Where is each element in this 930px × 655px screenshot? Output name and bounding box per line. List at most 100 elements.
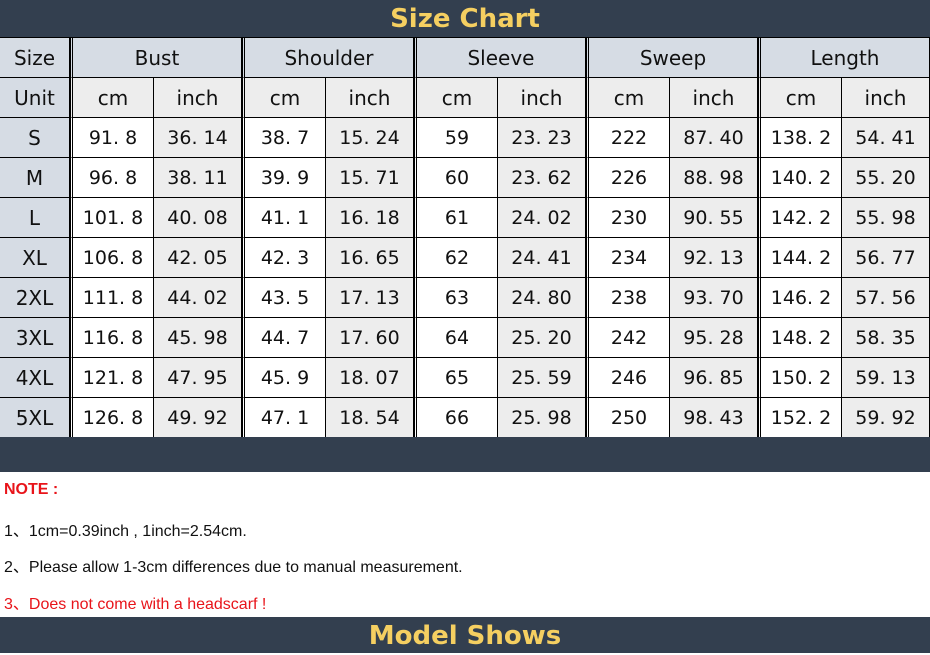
size-cell: S — [0, 118, 70, 158]
size-cell: 2XL — [0, 278, 70, 318]
cm-cell: 60 — [414, 158, 498, 198]
inch-cell: 96. 85 — [670, 358, 758, 398]
inch-cell: 57. 56 — [842, 278, 930, 318]
inch-cell: 49. 92 — [154, 398, 242, 438]
cm-cell: 126. 8 — [70, 398, 154, 438]
note-item-1: 1、1cm=0.39inch , 1inch=2.54cm. — [4, 523, 247, 540]
cm-cell: 250 — [586, 398, 670, 438]
inch-cell: 88. 98 — [670, 158, 758, 198]
inch-cell: 16. 18 — [326, 198, 414, 238]
cm-cell: 152. 2 — [758, 398, 842, 438]
inch-cell: 98. 43 — [670, 398, 758, 438]
cm-cell: 39. 9 — [242, 158, 326, 198]
inch-cell: 23. 23 — [498, 118, 586, 158]
inch-cell: 38. 11 — [154, 158, 242, 198]
model-shows-title: Model Shows — [0, 617, 930, 653]
cm-cell: 222 — [586, 118, 670, 158]
unit-cm: cm — [242, 78, 326, 118]
cm-cell: 45. 9 — [242, 358, 326, 398]
cm-cell: 238 — [586, 278, 670, 318]
note-item-2: 2、Please allow 1-3cm differences due to … — [4, 559, 463, 576]
cm-cell: 226 — [586, 158, 670, 198]
table-footer-bar — [0, 437, 930, 472]
cm-cell: 43. 5 — [242, 278, 326, 318]
header-row: Size Bust Shoulder Sleeve Sweep Length — [0, 38, 930, 78]
inch-cell: 59. 13 — [842, 358, 930, 398]
inch-cell: 56. 77 — [842, 238, 930, 278]
table-row: 5XL 126. 8 49. 92 47. 1 18. 54 66 25. 98 250 98.… — [0, 398, 930, 438]
size-cell: 4XL — [0, 358, 70, 398]
cm-cell: 101. 8 — [70, 198, 154, 238]
cm-cell: 63 — [414, 278, 498, 318]
header-sleeve: Sleeve — [414, 38, 586, 78]
inch-cell: 36. 14 — [154, 118, 242, 158]
inch-cell: 18. 54 — [326, 398, 414, 438]
cm-cell: 91. 8 — [70, 118, 154, 158]
cm-cell: 150. 2 — [758, 358, 842, 398]
inch-cell: 93. 70 — [670, 278, 758, 318]
inch-cell: 23. 62 — [498, 158, 586, 198]
inch-cell: 40. 08 — [154, 198, 242, 238]
unit-inch: inch — [670, 78, 758, 118]
table-row: L 101. 8 40. 08 41. 1 16. 18 61 24. 02 230 90. 5… — [0, 198, 930, 238]
unit-label: Unit — [0, 78, 70, 118]
cm-cell: 234 — [586, 238, 670, 278]
cm-cell: 59 — [414, 118, 498, 158]
inch-cell: 17. 60 — [326, 318, 414, 358]
cm-cell: 44. 7 — [242, 318, 326, 358]
inch-cell: 15. 24 — [326, 118, 414, 158]
table-row: 2XL 111. 8 44. 02 43. 5 17. 13 63 24. 80 238 93.… — [0, 278, 930, 318]
size-cell: M — [0, 158, 70, 198]
cm-cell: 42. 3 — [242, 238, 326, 278]
unit-cm: cm — [414, 78, 498, 118]
cm-cell: 111. 8 — [70, 278, 154, 318]
inch-cell: 16. 65 — [326, 238, 414, 278]
cm-cell: 242 — [586, 318, 670, 358]
cm-cell: 138. 2 — [758, 118, 842, 158]
unit-inch: inch — [842, 78, 930, 118]
inch-cell: 92. 13 — [670, 238, 758, 278]
inch-cell: 25. 20 — [498, 318, 586, 358]
size-cell: L — [0, 198, 70, 238]
inch-cell: 25. 98 — [498, 398, 586, 438]
table-row: S 91. 8 36. 14 38. 7 15. 24 59 23. 23 222 87. 40… — [0, 118, 930, 158]
cm-cell: 61 — [414, 198, 498, 238]
size-cell: 5XL — [0, 398, 70, 438]
unit-inch: inch — [154, 78, 242, 118]
inch-cell: 95. 28 — [670, 318, 758, 358]
size-cell: XL — [0, 238, 70, 278]
table-row: 3XL 116. 8 45. 98 44. 7 17. 60 64 25. 20 242 95.… — [0, 318, 930, 358]
inch-cell: 47. 95 — [154, 358, 242, 398]
inch-cell: 17. 13 — [326, 278, 414, 318]
table-row: XL 106. 8 42. 05 42. 3 16. 65 62 24. 41 234 92. … — [0, 238, 930, 278]
inch-cell: 24. 80 — [498, 278, 586, 318]
cm-cell: 230 — [586, 198, 670, 238]
header-sweep: Sweep — [586, 38, 758, 78]
unit-cm: cm — [758, 78, 842, 118]
inch-cell: 90. 55 — [670, 198, 758, 238]
cm-cell: 64 — [414, 318, 498, 358]
header-size: Size — [0, 38, 70, 78]
size-cell: 3XL — [0, 318, 70, 358]
size-table: Size Bust Shoulder Sleeve Sweep Length Unit cm… — [0, 37, 930, 438]
size-chart-title: Size Chart — [0, 0, 930, 37]
note-heading: NOTE : — [4, 481, 59, 498]
inch-cell: 87. 40 — [670, 118, 758, 158]
note-item-3: 3、Does not come with a headscarf ! — [4, 596, 267, 613]
cm-cell: 62 — [414, 238, 498, 278]
cm-cell: 140. 2 — [758, 158, 842, 198]
cm-cell: 66 — [414, 398, 498, 438]
inch-cell: 24. 02 — [498, 198, 586, 238]
table-body: S 91. 8 36. 14 38. 7 15. 24 59 23. 23 222 87. 40… — [0, 118, 930, 438]
inch-cell: 25. 59 — [498, 358, 586, 398]
inch-cell: 44. 02 — [154, 278, 242, 318]
inch-cell: 18. 07 — [326, 358, 414, 398]
header-shoulder: Shoulder — [242, 38, 414, 78]
unit-inch: inch — [326, 78, 414, 118]
inch-cell: 59. 92 — [842, 398, 930, 438]
cm-cell: 148. 2 — [758, 318, 842, 358]
cm-cell: 65 — [414, 358, 498, 398]
header-bust: Bust — [70, 38, 242, 78]
inch-cell: 55. 98 — [842, 198, 930, 238]
unit-inch: inch — [498, 78, 586, 118]
